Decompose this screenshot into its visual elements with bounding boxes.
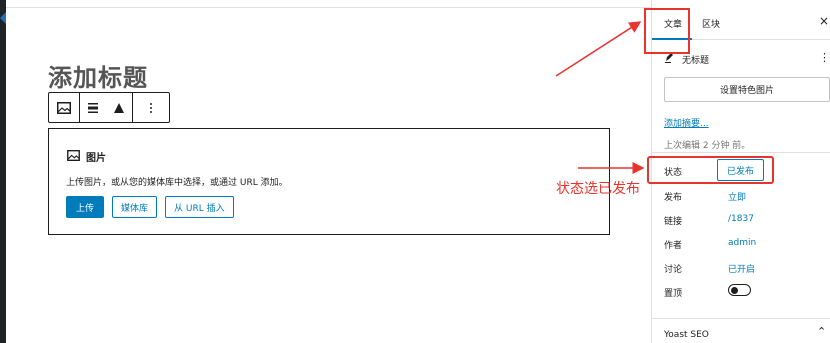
- tab-block[interactable]: 区块: [702, 17, 720, 30]
- image-icon: [67, 149, 80, 164]
- chevron-up-icon[interactable]: ⌃: [817, 325, 826, 338]
- discussion-label: 讨论: [664, 265, 683, 275]
- warning-triangle-icon[interactable]: [106, 93, 132, 122]
- publish-label: 发布: [664, 193, 683, 203]
- author-button[interactable]: admin: [728, 238, 756, 248]
- sticky-label: 置顶: [664, 289, 683, 299]
- post-summary-title-text: 无标题: [682, 55, 710, 66]
- permalink-button[interactable]: /1837: [728, 214, 754, 224]
- annotation-box-status: [647, 156, 774, 184]
- toggle-knob: [731, 286, 738, 294]
- image-icon[interactable]: [49, 93, 79, 122]
- image-block-placeholder[interactable]: 图片 上传图片，或从您的媒体库中选择，或通过 URL 添加。 上传 媒体库 从 …: [48, 128, 610, 235]
- editor-top-divider: [6, 7, 651, 8]
- annotation-text: 状态选已发布: [556, 181, 640, 197]
- insert-from-url-button[interactable]: 从 URL 插入: [165, 196, 234, 218]
- close-icon[interactable]: ×: [819, 14, 829, 28]
- author-label: 作者: [664, 241, 683, 251]
- upload-button[interactable]: 上传: [66, 196, 105, 218]
- image-block-description: 上传图片，或从您的媒体库中选择，或通过 URL 添加。: [66, 178, 288, 188]
- add-excerpt-link[interactable]: 添加摘要...: [664, 116, 709, 129]
- post-title-input[interactable]: 添加标题: [48, 58, 148, 93]
- block-toolbar: [48, 92, 170, 123]
- more-vertical-icon[interactable]: ⋮: [819, 51, 830, 64]
- sticky-toggle[interactable]: [728, 284, 751, 296]
- media-library-button[interactable]: 媒体库: [112, 196, 158, 218]
- sidebar-divider: [652, 318, 830, 319]
- pen-icon: [664, 52, 674, 66]
- last-edited-text: 上次编辑 2 分钟 前。: [664, 141, 751, 151]
- admin-left-bar: [0, 0, 6, 343]
- set-featured-image-button[interactable]: 设置特色图片: [664, 77, 830, 102]
- sidebar-divider: [652, 152, 830, 153]
- image-block-header: 图片: [67, 149, 106, 164]
- publish-date-button[interactable]: 立即: [728, 190, 746, 203]
- link-label: 链接: [664, 217, 683, 227]
- discussion-button[interactable]: 已开启: [728, 262, 755, 275]
- annotation-arrow-to-tab: [555, 21, 642, 77]
- image-block-title: 图片: [86, 153, 106, 164]
- collapse-arrow-icon[interactable]: [0, 12, 6, 24]
- annotation-box-tab: [644, 8, 690, 54]
- post-summary-title: 无标题 ⋮: [664, 51, 830, 66]
- yoast-seo-panel-title[interactable]: Yoast SEO: [664, 330, 709, 340]
- align-center-icon[interactable]: [80, 93, 106, 122]
- more-vertical-icon[interactable]: [133, 93, 169, 122]
